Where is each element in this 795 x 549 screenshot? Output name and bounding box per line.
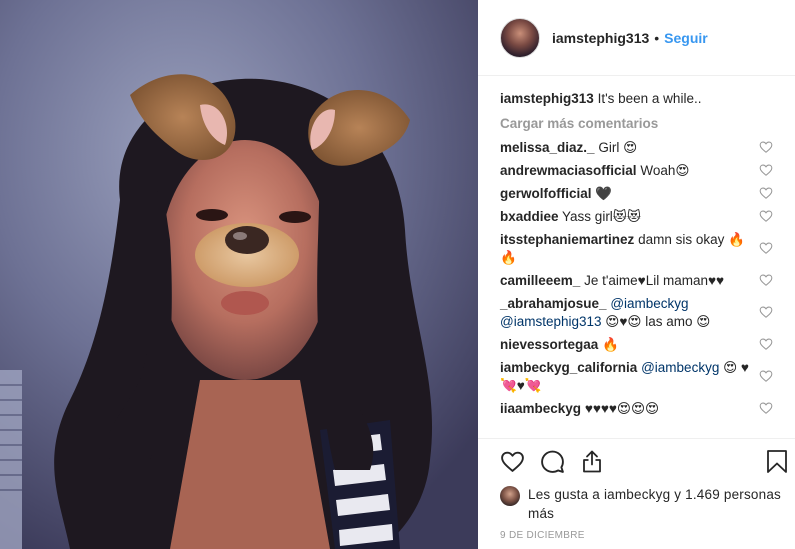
share-upload-icon[interactable] <box>580 449 604 474</box>
comment-row: _abrahamjosue_ @iambeckyg @iamstephig313… <box>500 295 795 331</box>
comment-username[interactable]: iiaambeckyg <box>500 401 581 416</box>
comment-like-heart-icon[interactable] <box>759 305 773 319</box>
comment-row: gerwolfofficial 🖤 <box>500 185 795 203</box>
comment-like-heart-icon[interactable] <box>759 163 773 177</box>
comment-like-heart-icon[interactable] <box>759 186 773 200</box>
selfie-with-dog-filter <box>0 0 478 549</box>
comment-like-heart-icon[interactable] <box>759 209 773 223</box>
separator-dot: • <box>654 29 660 46</box>
comment-row: andrewmaciasofficial Woah😍 <box>500 162 795 180</box>
comment-text: 🖤 <box>595 186 613 201</box>
bookmark-icon[interactable] <box>766 449 788 474</box>
likes-summary: Les gusta a iambeckyg y 1.469 personas m… <box>500 485 795 523</box>
comment-username[interactable]: _abrahamjosue_ <box>500 296 607 311</box>
post-actions: Les gusta a iambeckyg y 1.469 personas m… <box>478 438 795 547</box>
comments-list[interactable]: iamstephig313 It's been a while.. Cargar… <box>478 76 795 438</box>
comment-username[interactable]: bxaddiee <box>500 209 559 224</box>
comment-like-heart-icon[interactable] <box>759 140 773 154</box>
post-caption: iamstephig313 It's been a while.. <box>500 90 795 108</box>
action-icons-bar <box>500 439 795 485</box>
heart-outline-icon[interactable] <box>500 449 525 474</box>
avatar[interactable] <box>500 17 540 58</box>
comment-text: Yass girl😻😻 <box>562 209 641 224</box>
comment-username[interactable]: melissa_diaz._ <box>500 140 595 155</box>
comment-text: 😍♥😍 las amo 😍 <box>605 314 711 329</box>
comment-row: nievessortegaa 🔥 <box>500 336 795 354</box>
post-date[interactable]: 9 DE DICIEMBRE <box>500 530 795 541</box>
caption-username[interactable]: iamstephig313 <box>500 91 594 106</box>
comment-username[interactable]: iambeckyg_california <box>500 360 637 375</box>
comment-row: melissa_diaz._ Girl 😍 <box>500 139 795 157</box>
comment-text: Girl 😍 <box>598 140 638 155</box>
speech-bubble-icon[interactable] <box>540 449 565 474</box>
comment-row: bxaddiee Yass girl😻😻 <box>500 208 795 226</box>
comment-text: ♥♥♥♥😍😍😍 <box>584 401 660 416</box>
comment-mention[interactable]: @iambeckyg <box>641 360 719 375</box>
post-photo[interactable] <box>0 0 478 549</box>
caption-text: It's been a while.. <box>597 91 702 106</box>
follow-button[interactable]: Seguir <box>664 30 708 46</box>
comment-row: iambeckyg_california @iambeckyg 😍 ♥💘♥💘 <box>500 359 795 395</box>
comment-row: itsstephaniemartinez damn sis okay 🔥 🔥 <box>500 231 795 267</box>
comment-like-heart-icon[interactable] <box>759 401 773 415</box>
comment-like-heart-icon[interactable] <box>759 273 773 287</box>
post-side-panel: iamstephig313 • Seguir iamstephig313 It'… <box>478 0 795 549</box>
liker-avatar[interactable] <box>500 486 520 506</box>
comment-username[interactable]: nievessortegaa <box>500 337 598 352</box>
comment-username[interactable]: itsstephaniemartinez <box>500 232 634 247</box>
comment-like-heart-icon[interactable] <box>759 337 773 351</box>
comment-username[interactable]: gerwolfofficial <box>500 186 592 201</box>
comment-text: Je t'aime♥Lil maman♥♥ <box>584 273 724 288</box>
post-header: iamstephig313 • Seguir <box>478 0 795 76</box>
comment-text: 🔥 <box>602 337 619 352</box>
likes-text[interactable]: Les gusta a iambeckyg y 1.469 personas m… <box>528 485 795 523</box>
comment-username[interactable]: andrewmaciasofficial <box>500 163 637 178</box>
comment-username[interactable]: camilleeem_ <box>500 273 580 288</box>
comment-row: camilleeem_ Je t'aime♥Lil maman♥♥ <box>500 272 795 290</box>
comment-like-heart-icon[interactable] <box>759 241 773 255</box>
post-author-username[interactable]: iamstephig313 <box>552 30 649 46</box>
comment-mention[interactable]: @iamstephig313 <box>500 314 602 329</box>
comment-row: iiaambeckyg ♥♥♥♥😍😍😍 <box>500 400 795 418</box>
comment-mention[interactable]: @iambeckyg <box>610 296 688 311</box>
load-more-comments-button[interactable]: Cargar más comentarios <box>500 116 795 131</box>
comment-like-heart-icon[interactable] <box>759 369 773 383</box>
comment-text: Woah😍 <box>640 163 690 178</box>
